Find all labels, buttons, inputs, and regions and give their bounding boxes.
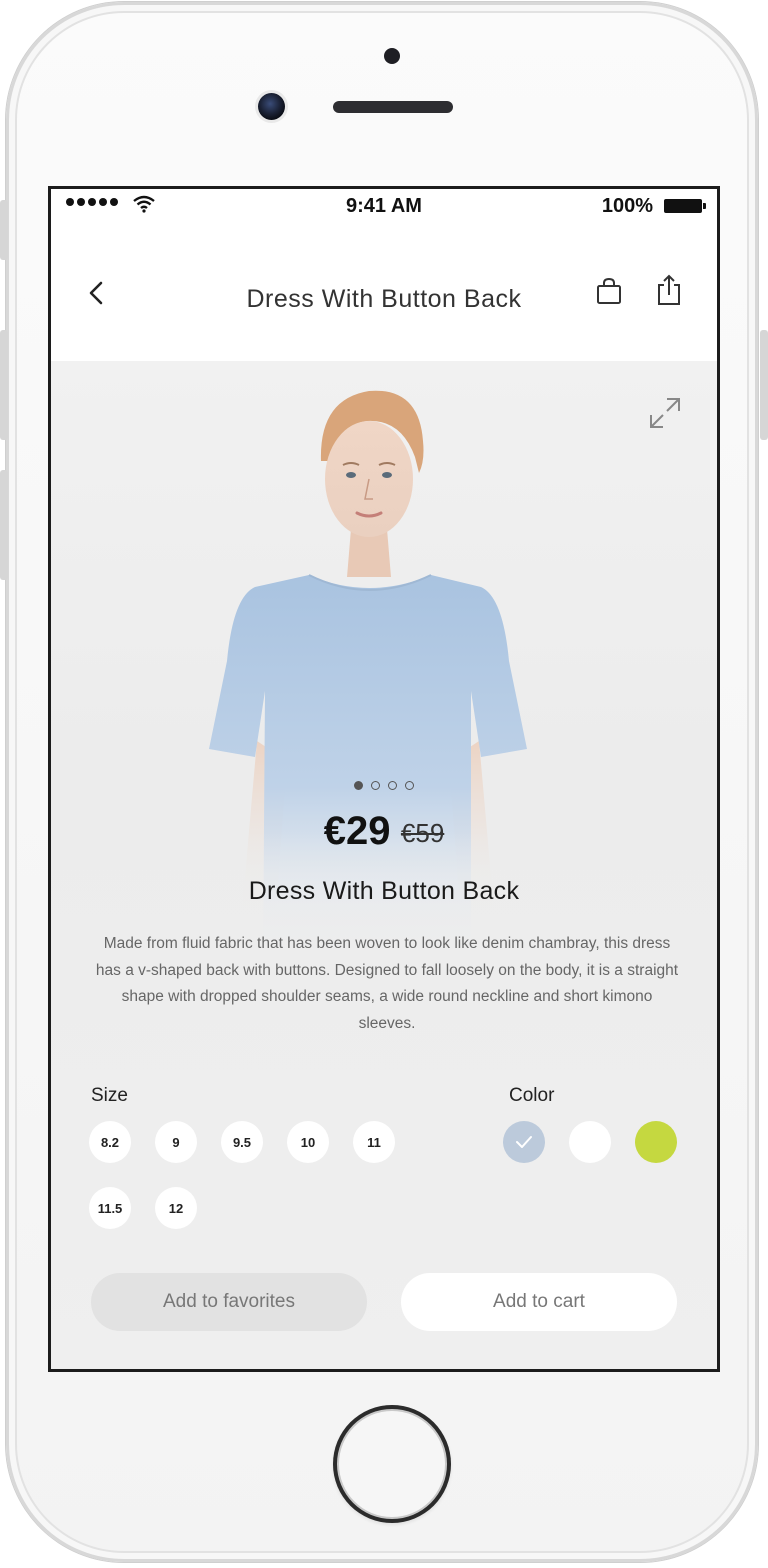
product-description: Made from fluid fabric that has been wov… xyxy=(95,935,679,1032)
page-dot-2[interactable] xyxy=(371,781,380,790)
image-pagination xyxy=(51,781,717,790)
expand-icon[interactable] xyxy=(647,395,683,431)
volume-down-button[interactable] xyxy=(0,470,8,580)
color-swatch-light-blue[interactable] xyxy=(503,1121,545,1163)
size-option[interactable]: 12 xyxy=(155,1187,197,1229)
color-swatch-white[interactable] xyxy=(569,1121,611,1163)
status-bar: 9:41 AM 100% xyxy=(51,189,717,225)
product-content: €29 €59 Dress With Button Back Made from… xyxy=(51,361,717,1369)
product-title: Dress With Button Back xyxy=(248,877,520,905)
size-option[interactable]: 8.2 xyxy=(89,1121,131,1163)
home-button[interactable] xyxy=(333,1405,451,1523)
proximity-sensor xyxy=(384,48,400,64)
size-label: Size xyxy=(91,1085,128,1106)
earpiece-speaker xyxy=(333,101,453,113)
mute-switch[interactable] xyxy=(0,200,8,260)
page-dot-4[interactable] xyxy=(405,781,414,790)
checkmark-icon xyxy=(516,1136,532,1148)
size-option[interactable]: 11 xyxy=(353,1121,395,1163)
share-icon[interactable] xyxy=(653,273,685,307)
price-row: €29 €59 xyxy=(51,809,717,854)
power-button[interactable] xyxy=(760,330,768,440)
page-dot-3[interactable] xyxy=(388,781,397,790)
current-price: €29 xyxy=(323,809,391,853)
original-price: €59 xyxy=(400,818,445,848)
battery-icon xyxy=(664,199,706,213)
shopping-bag-icon[interactable] xyxy=(593,275,625,307)
page-dot-1[interactable] xyxy=(354,781,363,790)
product-image[interactable] xyxy=(51,361,717,961)
add-to-cart-button[interactable]: Add to cart xyxy=(401,1273,677,1331)
size-option[interactable]: 10 xyxy=(287,1121,329,1163)
color-label: Color xyxy=(509,1085,555,1106)
navigation-bar: Dress With Button Back xyxy=(51,225,717,361)
screen: 9:41 AM 100% Dress With Button Back €29 … xyxy=(48,186,720,1372)
front-camera xyxy=(258,93,285,120)
size-option[interactable]: 11.5 xyxy=(89,1187,131,1229)
size-option[interactable]: 9 xyxy=(155,1121,197,1163)
size-option[interactable]: 9.5 xyxy=(221,1121,263,1163)
color-swatch-lime[interactable] xyxy=(635,1121,677,1163)
volume-up-button[interactable] xyxy=(0,330,8,440)
add-to-favorites-button[interactable]: Add to favorites xyxy=(91,1273,367,1331)
battery-percentage: 100% xyxy=(601,195,653,217)
